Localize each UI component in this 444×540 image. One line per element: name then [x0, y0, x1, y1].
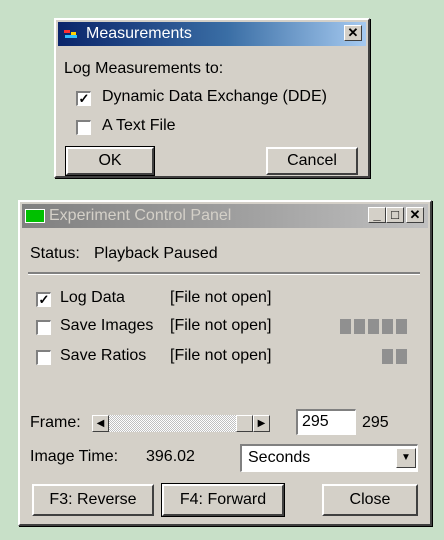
measurements-title: Measurements	[86, 25, 192, 42]
time-unit-selected: Seconds	[248, 449, 311, 466]
reverse-button[interactable]: F3: Reverse	[32, 484, 154, 516]
save-ratios-label[interactable]: Save Ratios	[60, 347, 146, 365]
close-button[interactable]: Close	[322, 484, 418, 516]
frame-scrollbar[interactable]: ◀ ▶	[92, 415, 270, 432]
minimize-icon[interactable]: _	[368, 207, 386, 223]
image-indicator	[340, 319, 351, 334]
image-indicator	[396, 319, 407, 334]
frame-total: 295	[362, 414, 389, 431]
save-images-file-status: [File not open]	[170, 317, 272, 334]
scroll-left-icon[interactable]: ◀	[92, 415, 109, 432]
save-images-checkbox[interactable]	[36, 320, 51, 335]
image-indicator	[354, 319, 365, 334]
close-icon[interactable]: ✕	[344, 25, 362, 41]
divider	[28, 272, 420, 275]
scroll-right-icon[interactable]: ▶	[253, 415, 270, 432]
dde-option-label[interactable]: Dynamic Data Exchange (DDE)	[102, 88, 327, 106]
dde-checkbox[interactable]: ✓	[76, 91, 91, 106]
experiment-control-panel: Experiment Control Panel _ □ ✕ Status: P…	[18, 200, 432, 526]
measurements-dialog: Measurements ✕ Log Measurements to: ✓ Dy…	[54, 18, 370, 178]
frame-label: Frame:	[30, 414, 81, 431]
image-indicator	[382, 319, 393, 334]
chevron-down-icon[interactable]: ▼	[396, 448, 416, 468]
cancel-button[interactable]: Cancel	[266, 147, 358, 175]
frame-input[interactable]: 295	[296, 409, 356, 435]
image-time-value: 396.02	[146, 448, 195, 465]
scroll-thumb[interactable]	[236, 415, 253, 432]
image-indicator	[368, 319, 379, 334]
log-data-label[interactable]: Log Data	[60, 289, 125, 307]
save-ratios-file-status: [File not open]	[170, 347, 272, 364]
status-label: Status:	[30, 245, 80, 262]
time-unit-select[interactable]: Seconds ▼	[240, 444, 418, 472]
control-panel-titlebar[interactable]: Experiment Control Panel _ □ ✕	[22, 204, 428, 228]
close-icon[interactable]: ✕	[406, 207, 424, 223]
control-panel-title: Experiment Control Panel	[49, 207, 232, 224]
log-measurements-label: Log Measurements to:	[64, 60, 224, 77]
image-time-label: Image Time:	[30, 448, 119, 465]
ratio-indicator	[382, 349, 393, 364]
text-file-option-label[interactable]: A Text File	[102, 117, 176, 135]
save-images-label[interactable]: Save Images	[60, 317, 153, 335]
frame-input-value[interactable]: 295	[302, 413, 329, 431]
save-ratios-checkbox[interactable]	[36, 350, 51, 365]
text-file-checkbox[interactable]	[76, 120, 91, 135]
maximize-icon[interactable]: □	[386, 207, 404, 223]
app-icon	[62, 27, 82, 41]
app-icon	[25, 209, 45, 223]
log-data-file-status: [File not open]	[170, 289, 272, 306]
ratio-indicator	[396, 349, 407, 364]
forward-button[interactable]: F4: Forward	[161, 483, 285, 517]
ok-button[interactable]: OK	[65, 146, 155, 176]
status-value: Playback Paused	[94, 245, 218, 262]
log-data-checkbox[interactable]: ✓	[36, 292, 51, 307]
measurements-titlebar[interactable]: Measurements ✕	[58, 22, 366, 46]
